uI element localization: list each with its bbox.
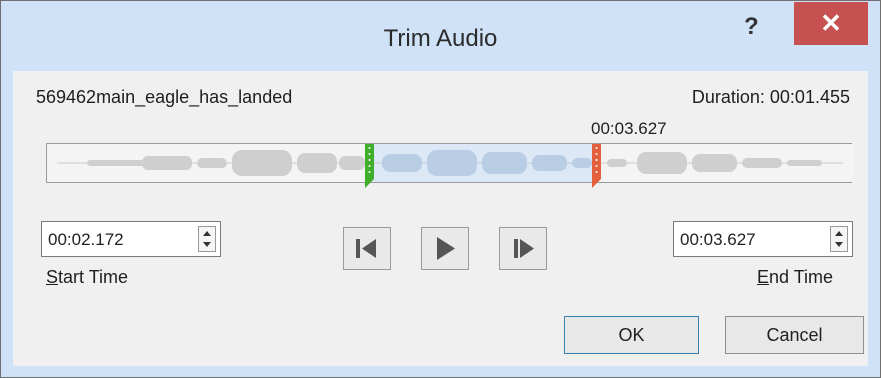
close-button[interactable]: ✕ [794, 2, 868, 45]
duration-label: Duration: 00:01.455 [691, 87, 850, 107]
play-button[interactable] [421, 227, 469, 270]
trim-audio-dialog: Trim Audio ? ✕ 569462main_eagle_has_land… [0, 0, 881, 378]
previous-frame-icon [356, 239, 376, 258]
title-bar: Trim Audio ? ✕ [1, 1, 880, 71]
waveform-graphic [47, 144, 853, 188]
previous-frame-button[interactable] [343, 227, 391, 270]
cancel-button[interactable]: Cancel [725, 316, 864, 354]
file-name: 569462main_eagle_has_landed [36, 87, 293, 107]
play-icon [437, 237, 455, 260]
start-time-label: Start Time [46, 267, 129, 287]
start-time-value[interactable]: 00:02.172 [48, 230, 124, 250]
start-time-input[interactable]: 00:02.172 [41, 221, 221, 257]
waveform-timeline[interactable] [46, 143, 853, 188]
help-button[interactable]: ? [744, 13, 759, 41]
spin-up-icon[interactable] [203, 231, 211, 236]
end-marker-time: 00:03.627 [591, 119, 667, 138]
end-time-input[interactable]: 00:03.627 [673, 221, 853, 257]
start-time-spinner[interactable] [198, 226, 216, 252]
end-time-spinner[interactable] [830, 226, 848, 252]
ok-button[interactable]: OK [564, 316, 699, 354]
end-time-label: End Time [757, 267, 834, 287]
next-frame-icon [514, 239, 534, 258]
next-frame-button[interactable] [499, 227, 547, 270]
spin-down-icon[interactable] [203, 242, 211, 247]
spin-down-icon[interactable] [835, 242, 843, 247]
end-time-value[interactable]: 00:03.627 [680, 230, 756, 250]
close-icon: ✕ [820, 8, 842, 38]
spin-up-icon[interactable] [835, 231, 843, 236]
